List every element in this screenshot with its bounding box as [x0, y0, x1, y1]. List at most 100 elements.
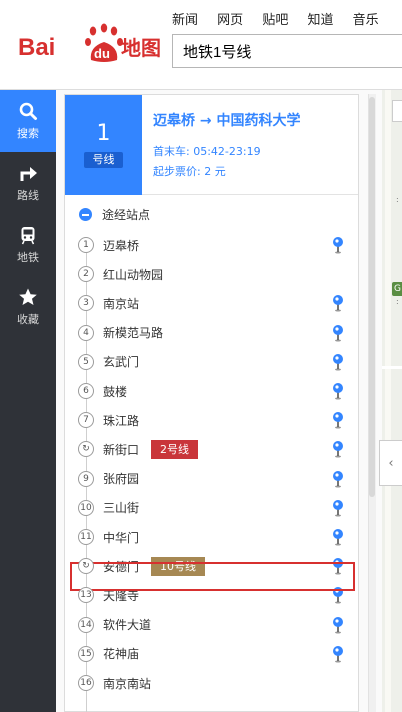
line-fare-value: 2 元 [204, 165, 226, 178]
station-name: 张府园 [103, 472, 140, 487]
station-item[interactable]: 16 南京南站 [71, 669, 351, 697]
station-item[interactable]: 5 玄武门 [71, 348, 351, 376]
search-input[interactable] [172, 34, 402, 68]
panel-collapse-button[interactable]: ‹ [379, 440, 402, 486]
station-item[interactable]: 4 新模范马路 [71, 319, 351, 347]
station-number: 4 [78, 324, 94, 341]
location-pin-icon[interactable] [332, 645, 344, 663]
sidebar-item-route[interactable]: 路线 [0, 152, 56, 214]
station-item[interactable]: 10 三山街 [71, 494, 351, 522]
sidebar-item-search[interactable]: 搜索 [0, 90, 56, 152]
line-badge: 1 号线 [65, 95, 142, 195]
station-number: 15 [78, 645, 94, 662]
nav-music[interactable]: 音乐 [353, 9, 379, 28]
nav-tieba[interactable]: 贴吧 [262, 9, 288, 28]
station-name: 中华门 [103, 530, 140, 545]
station-number: 10 [78, 499, 94, 516]
station-item[interactable]: 9 张府园 [71, 465, 351, 493]
sidebar-item-subway[interactable]: 地铁 [0, 214, 56, 276]
subway-icon [21, 227, 35, 245]
stations-header[interactable]: 途经站点 [79, 206, 150, 223]
station-name: 南京站 [103, 296, 140, 311]
station-number: 5 [78, 353, 94, 370]
svg-text:地图: 地图 [121, 36, 161, 60]
line-summary-card[interactable]: 1 号线 迈皋桥 → 中国药科大学 首末车: 05:42-23:19 起步票价:… [65, 95, 358, 195]
station-name: 迈皋桥 [103, 238, 140, 253]
map-view[interactable] [382, 90, 402, 712]
location-pin-icon[interactable] [332, 528, 344, 546]
station-name: 新模范马路 [103, 326, 164, 341]
highlight-box [70, 562, 355, 591]
sidebar-label-subway: 地铁 [17, 251, 39, 264]
station-number: 11 [78, 529, 94, 545]
collapse-icon[interactable] [79, 208, 92, 221]
star-icon [19, 288, 37, 305]
station-number: 6 [78, 383, 94, 399]
line-hours: 首末车: 05:42-23:19 [153, 143, 261, 159]
station-name: 软件大道 [103, 618, 152, 633]
station-item[interactable]: 15 花神庙 [71, 640, 351, 668]
station-number: 3 [78, 295, 94, 312]
station-name: 花神庙 [103, 647, 140, 662]
line-hours-label: 首末车: [153, 145, 190, 158]
station-name: 珠江路 [103, 413, 140, 428]
chevron-left-icon: ‹ [388, 455, 394, 471]
top-nav: 新闻 网页 贴吧 知道 音乐 [172, 9, 394, 28]
location-pin-icon[interactable] [332, 324, 344, 342]
station-name: 三山街 [103, 501, 140, 516]
map-road [382, 366, 402, 369]
map-highway-badge: G [392, 282, 402, 296]
nav-zhidao[interactable]: 知道 [307, 9, 333, 28]
station-number: 13 [78, 587, 94, 604]
subway-line-panel: 1 号线 迈皋桥 → 中国药科大学 首末车: 05:42-23:19 起步票价:… [64, 94, 359, 712]
map-zoom-control[interactable] [392, 100, 402, 122]
station-item[interactable]: 1 迈皋桥 [71, 231, 351, 259]
station-item[interactable]: 11 中华门 [71, 523, 351, 551]
station-item[interactable]: 3 南京站 [71, 289, 351, 317]
header: 新闻 网页 贴吧 知道 音乐 Bai du 地图 [0, 0, 402, 90]
station-item[interactable]: 14 软件大道 [71, 611, 351, 639]
location-pin-icon[interactable] [332, 499, 344, 517]
station-name: 新街口 [103, 442, 140, 457]
station-name: 南京南站 [103, 676, 152, 691]
station-item[interactable]: ↻ 新街口 2号线 [71, 435, 351, 463]
location-pin-icon[interactable] [332, 294, 344, 312]
station-item[interactable]: 6 鼓楼 [71, 377, 351, 405]
station-number: 16 [78, 675, 94, 691]
map-road [385, 90, 391, 712]
sidebar-label-route: 路线 [17, 189, 39, 202]
line-unit: 号线 [84, 152, 123, 168]
nav-news[interactable]: 新闻 [172, 9, 198, 28]
line-number: 1 [96, 121, 111, 146]
location-pin-icon[interactable] [332, 411, 344, 429]
line-fare-label: 起步票价: [153, 165, 201, 178]
app-root: 新闻 网页 贴吧 知道 音乐 Bai du 地图 地铁1号线 搜索 路线 地铁 … [0, 0, 402, 712]
station-item[interactable]: 2 红山动物园 [71, 260, 351, 288]
station-number: 7 [78, 412, 94, 429]
station-name: 鼓楼 [103, 384, 128, 399]
baidu-map-logo[interactable]: Bai du 地图 [18, 20, 168, 68]
search-icon [19, 102, 37, 120]
map-label: : [396, 195, 399, 204]
transfer-line-badge[interactable]: 2号线 [151, 439, 199, 459]
location-pin-icon[interactable] [332, 440, 344, 458]
line-hours-value: 05:42-23:19 [193, 145, 261, 158]
location-pin-icon[interactable] [332, 470, 344, 488]
location-pin-icon[interactable] [332, 616, 344, 634]
sidebar-item-favorites[interactable]: 收藏 [0, 276, 56, 338]
location-pin-icon[interactable] [332, 382, 344, 400]
scrollbar-thumb[interactable] [369, 97, 375, 497]
sidebar-label-search: 搜索 [17, 127, 39, 140]
map-label: : [396, 297, 399, 306]
nav-web[interactable]: 网页 [217, 9, 243, 28]
svg-text:du: du [94, 46, 110, 61]
station-item[interactable]: 7 珠江路 [71, 406, 351, 434]
route-icon [20, 167, 37, 181]
transfer-icon: ↻ [78, 441, 94, 458]
station-number: 1 [78, 237, 94, 253]
station-name: 玄武门 [103, 355, 140, 370]
sidebar-label-favorites: 收藏 [17, 313, 39, 326]
station-number: 14 [78, 616, 94, 633]
location-pin-icon[interactable] [332, 236, 344, 254]
location-pin-icon[interactable] [332, 353, 344, 371]
